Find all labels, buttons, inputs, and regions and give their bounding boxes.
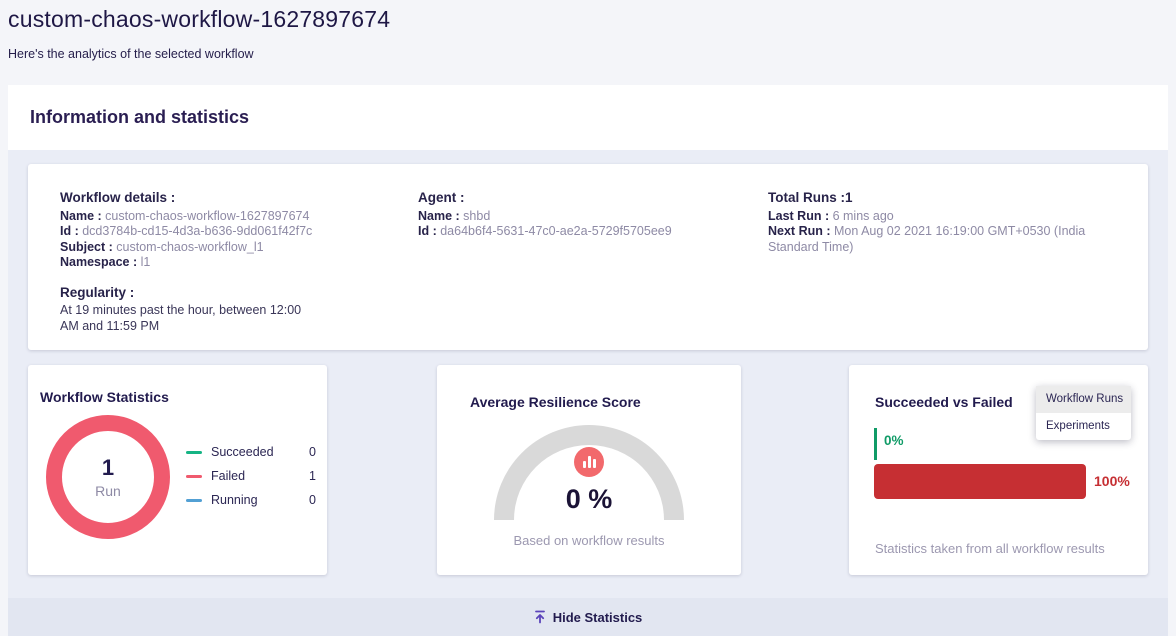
section-title: Information and statistics xyxy=(8,85,1168,128)
section-band: Information and statistics xyxy=(8,85,1168,150)
legend-row-failed: Failed 1 xyxy=(186,469,316,483)
chart-type-dropdown: Workflow Runs Experiments xyxy=(1036,386,1131,440)
workflow-name-line: Name : custom-chaos-workflow-1627897674 xyxy=(60,209,318,225)
workflow-statistics-title: Workflow Statistics xyxy=(40,389,169,405)
resilience-score-card: Average Resilience Score 0 % Based on wo… xyxy=(437,365,741,575)
workflow-details-heading: Workflow details : xyxy=(60,190,318,206)
bar-chart-icon xyxy=(574,447,604,477)
failed-percent-label: 100% xyxy=(1094,473,1130,489)
regularity-heading: Regularity : xyxy=(60,285,318,301)
workflow-id-line: Id : dcd3784b-cd15-4d3a-b636-9dd061f42f7… xyxy=(60,224,318,240)
page-subtitle: Here's the analytics of the selected wor… xyxy=(8,47,1168,61)
bottom-spacer xyxy=(0,636,1176,643)
donut-center-label: Run xyxy=(95,483,121,499)
resilience-score-value: 0 % xyxy=(437,484,741,515)
regularity-text: At 19 minutes past the hour, between 12:… xyxy=(60,303,318,334)
page-title: custom-chaos-workflow-1627897674 xyxy=(8,0,1168,33)
next-run-line: Next Run : Mon Aug 02 2021 16:19:00 GMT+… xyxy=(768,224,1138,255)
failed-dash-icon xyxy=(186,475,202,478)
resilience-caption: Based on workflow results xyxy=(437,533,741,548)
last-run-line: Last Run : 6 mins ago xyxy=(768,209,1138,225)
succeeded-vs-failed-title: Succeeded vs Failed xyxy=(875,394,1013,410)
agent-column: Agent : Name : shbd Id : da64b6f4-5631-4… xyxy=(418,190,748,240)
menu-item-experiments[interactable]: Experiments xyxy=(1036,413,1131,440)
workflow-statistics-card: Workflow Statistics 1 Run Succeeded 0 Fa… xyxy=(28,365,327,575)
statistics-section: Workflow details : Name : custom-chaos-w… xyxy=(8,150,1168,598)
donut-center-value: 1 xyxy=(102,455,114,481)
running-dash-icon xyxy=(186,499,202,502)
workflow-subject-line: Subject : custom-chaos-workflow_l1 xyxy=(60,240,318,256)
succeeded-bar xyxy=(874,428,877,460)
workflow-namespace-line: Namespace : l1 xyxy=(60,255,318,271)
collapse-up-icon xyxy=(534,610,546,624)
agent-id-line: Id : da64b6f4-5631-47c0-ae2a-5729f5705ee… xyxy=(418,224,748,240)
donut-legend: Succeeded 0 Failed 1 Running 0 xyxy=(186,445,316,517)
resilience-title: Average Resilience Score xyxy=(470,394,641,410)
menu-item-workflow-runs[interactable]: Workflow Runs xyxy=(1036,386,1131,413)
total-runs-heading: Total Runs :1 xyxy=(768,190,1138,206)
agent-heading: Agent : xyxy=(418,190,748,206)
workflow-info-card: Workflow details : Name : custom-chaos-w… xyxy=(28,164,1148,350)
hide-statistics-button[interactable]: Hide Statistics xyxy=(8,598,1168,636)
succeeded-percent-label: 0% xyxy=(884,433,904,448)
succeeded-vs-failed-card: Succeeded vs Failed Workflow Runs Experi… xyxy=(849,365,1148,575)
succeeded-dash-icon xyxy=(186,451,202,454)
page-header: custom-chaos-workflow-1627897674 Here's … xyxy=(8,0,1168,85)
hide-statistics-label: Hide Statistics xyxy=(553,610,643,625)
runs-column: Total Runs :1 Last Run : 6 mins ago Next… xyxy=(768,190,1138,255)
failed-bar xyxy=(874,464,1086,499)
workflow-details-column: Workflow details : Name : custom-chaos-w… xyxy=(60,190,318,334)
succeeded-vs-failed-caption: Statistics taken from all workflow resul… xyxy=(875,541,1105,556)
legend-row-running: Running 0 xyxy=(186,493,316,507)
agent-name-line: Name : shbd xyxy=(418,209,748,225)
legend-row-succeeded: Succeeded 0 xyxy=(186,445,316,459)
runs-donut-chart: 1 Run xyxy=(46,415,170,539)
